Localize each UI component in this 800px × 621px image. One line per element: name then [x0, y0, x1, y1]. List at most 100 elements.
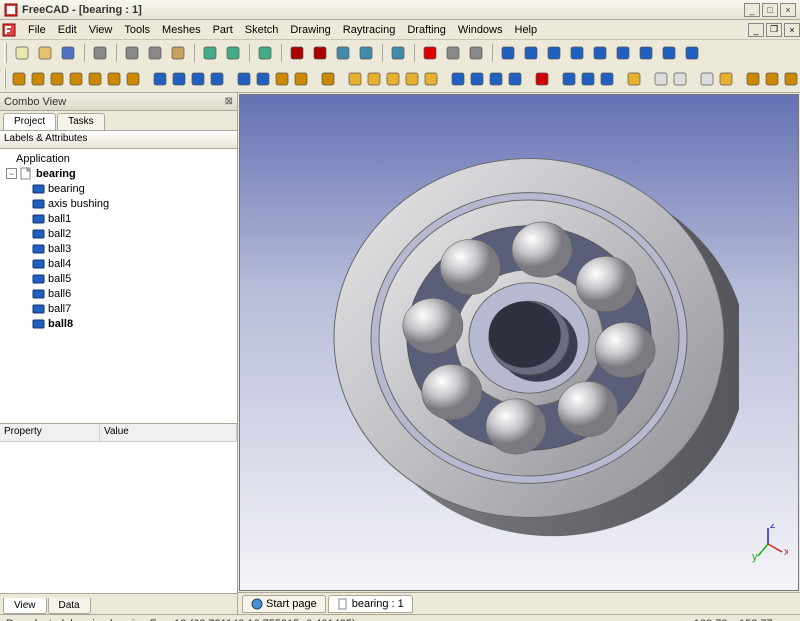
circle-button[interactable] — [86, 68, 104, 90]
loft-button[interactable] — [468, 68, 486, 90]
menu-tools[interactable]: Tools — [118, 22, 156, 38]
tree-item[interactable]: ball6 — [2, 286, 235, 301]
cube5-button[interactable] — [635, 42, 657, 64]
tab-project[interactable]: Project — [3, 113, 56, 130]
panel-close-icon[interactable]: ⊠ — [225, 96, 233, 107]
minimize-button[interactable]: _ — [744, 3, 760, 17]
arc-button[interactable] — [29, 68, 47, 90]
tree-document[interactable]: − bearing — [2, 166, 235, 181]
doc-tab[interactable]: Start page — [242, 595, 326, 613]
sphere-button[interactable] — [384, 68, 402, 90]
open-button[interactable] — [34, 42, 56, 64]
tree-item[interactable]: ball3 — [2, 241, 235, 256]
polyline-button[interactable] — [48, 68, 66, 90]
box-button[interactable] — [346, 68, 364, 90]
tree-item[interactable]: ball8 — [2, 316, 235, 331]
page-button[interactable] — [652, 68, 670, 90]
mdi-restore-button[interactable]: ❐ — [766, 23, 782, 37]
model-tree[interactable]: Application − bearing bearingaxis bushin… — [0, 149, 237, 424]
cube1-button[interactable] — [543, 42, 565, 64]
pov-button[interactable] — [698, 68, 716, 90]
menu-drawing[interactable]: Drawing — [284, 22, 336, 38]
menu-part[interactable]: Part — [207, 22, 239, 38]
value-col-header[interactable]: Value — [100, 424, 237, 441]
whatsthis-button[interactable] — [387, 42, 409, 64]
lux-button[interactable] — [717, 68, 735, 90]
tree-collapse-icon[interactable]: − — [6, 168, 17, 179]
cut-bool-button[interactable] — [579, 68, 597, 90]
dim-button[interactable] — [124, 68, 142, 90]
menu-sketch[interactable]: Sketch — [239, 22, 285, 38]
cube4-button[interactable] — [612, 42, 634, 64]
copy-button[interactable] — [144, 42, 166, 64]
close-button[interactable]: × — [780, 3, 796, 17]
grp-button[interactable] — [520, 42, 542, 64]
trim-button[interactable] — [208, 68, 226, 90]
menu-file[interactable]: File — [22, 22, 52, 38]
grp2-button[interactable] — [763, 68, 781, 90]
menu-drafting[interactable]: Drafting — [401, 22, 452, 38]
refresh-button[interactable] — [254, 42, 276, 64]
tab-data[interactable]: Data — [48, 598, 91, 614]
a3-button[interactable] — [671, 68, 689, 90]
mdi-close-button[interactable]: × — [784, 23, 800, 37]
box-blue-button[interactable] — [497, 42, 519, 64]
intersect-button[interactable] — [598, 68, 616, 90]
redo-button[interactable] — [222, 42, 244, 64]
print-button[interactable] — [89, 42, 111, 64]
screenshot-button[interactable] — [465, 42, 487, 64]
3d-view[interactable]: x y z — [239, 94, 799, 591]
macro-rec-button[interactable] — [309, 42, 331, 64]
move-button[interactable] — [151, 68, 169, 90]
up-button[interactable] — [235, 68, 253, 90]
tree-item[interactable]: ball2 — [2, 226, 235, 241]
sweep-button[interactable] — [449, 68, 467, 90]
union-button[interactable] — [560, 68, 578, 90]
rot-button[interactable] — [170, 68, 188, 90]
warn-button[interactable] — [625, 68, 643, 90]
menu-view[interactable]: View — [83, 22, 119, 38]
fillet-button[interactable] — [487, 68, 505, 90]
macro-play-button[interactable] — [355, 42, 377, 64]
menu-help[interactable]: Help — [509, 22, 544, 38]
menu-windows[interactable]: Windows — [452, 22, 509, 38]
torus-button[interactable] — [422, 68, 440, 90]
menu-edit[interactable]: Edit — [52, 22, 83, 38]
cyl-button[interactable] — [365, 68, 383, 90]
tree-root[interactable]: Application — [2, 151, 235, 166]
tree-item[interactable]: ball5 — [2, 271, 235, 286]
text-button[interactable] — [105, 68, 123, 90]
tree-item[interactable]: ball4 — [2, 256, 235, 271]
cube3-button[interactable] — [589, 42, 611, 64]
property-col-header[interactable]: Property — [0, 424, 100, 441]
cone-button[interactable] — [403, 68, 421, 90]
paste-button[interactable] — [167, 42, 189, 64]
mirror-button[interactable] — [292, 68, 310, 90]
menu-raytracing[interactable]: Raytracing — [337, 22, 402, 38]
rec-red-button[interactable] — [419, 42, 441, 64]
grp3-button[interactable] — [782, 68, 800, 90]
rect-button[interactable] — [67, 68, 85, 90]
line-button[interactable] — [10, 68, 28, 90]
offset-button[interactable] — [189, 68, 207, 90]
tab-view[interactable]: View — [3, 598, 47, 614]
tree-item[interactable]: bearing — [2, 181, 235, 196]
undo-button[interactable] — [199, 42, 221, 64]
cut-button[interactable] — [121, 42, 143, 64]
x-button[interactable] — [533, 68, 551, 90]
mdi-minimize-button[interactable]: _ — [748, 23, 764, 37]
menu-meshes[interactable]: Meshes — [156, 22, 207, 38]
down-button[interactable] — [254, 68, 272, 90]
macro-edit-button[interactable] — [332, 42, 354, 64]
tree-item[interactable]: ball7 — [2, 301, 235, 316]
cam-button[interactable] — [442, 42, 464, 64]
save-button[interactable] — [57, 42, 79, 64]
cube6-button[interactable] — [658, 42, 680, 64]
cube7-button[interactable] — [681, 42, 703, 64]
maximize-button[interactable]: □ — [762, 3, 778, 17]
tree-item[interactable]: ball1 — [2, 211, 235, 226]
doc-tab[interactable]: bearing : 1 — [328, 595, 413, 613]
scale-button[interactable] — [273, 68, 291, 90]
origin-button[interactable] — [319, 68, 337, 90]
macro-stop-button[interactable] — [286, 42, 308, 64]
